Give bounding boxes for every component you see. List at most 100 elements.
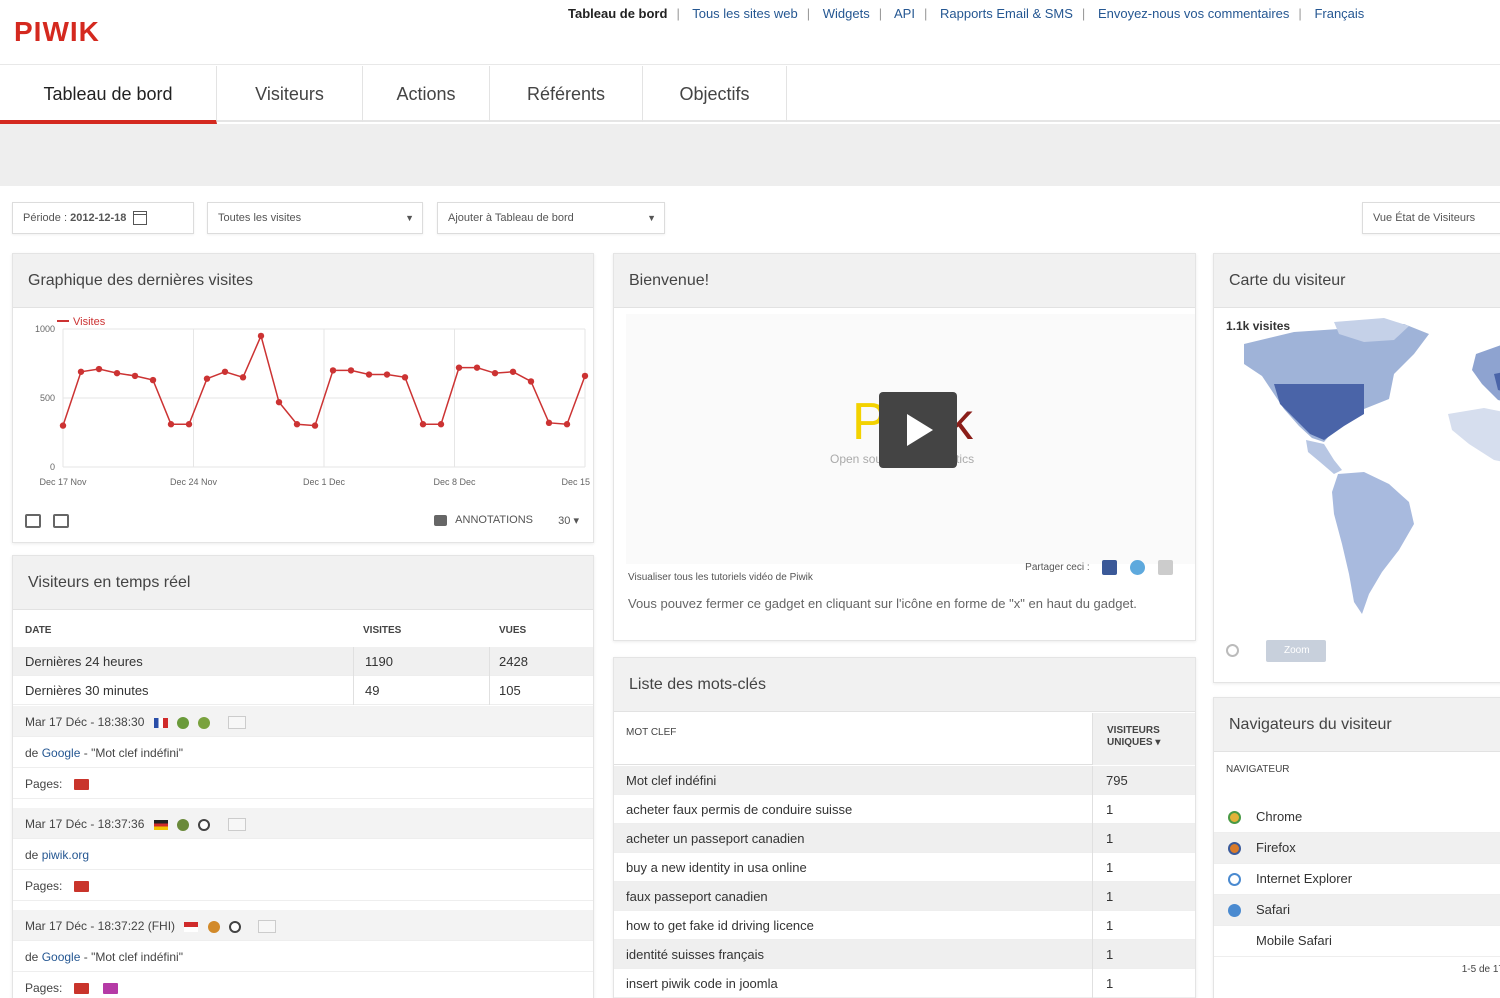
data-point[interactable]	[563, 421, 571, 428]
page-icon[interactable]	[74, 779, 90, 791]
data-point[interactable]	[257, 332, 265, 340]
tab-dashboard[interactable]: Tableau de bord	[0, 66, 217, 124]
data-point[interactable]	[437, 421, 445, 428]
piwik-logo[interactable]: PIWIK	[14, 16, 100, 48]
table-row[interactable]: acheter faux permis de conduire suisse 1	[614, 795, 1195, 824]
topnav-api[interactable]: API	[894, 6, 915, 21]
data-point[interactable]	[455, 364, 463, 371]
data-point[interactable]	[491, 369, 499, 377]
unique-visitors-cell: 1	[1106, 802, 1114, 817]
col-keyword[interactable]: MOT CLEF	[626, 727, 676, 738]
facebook-icon[interactable]	[1102, 560, 1118, 575]
table-row[interactable]: insert piwik code in joomla 1	[614, 969, 1195, 998]
table-row[interactable]: Mot clef indéfini 795	[614, 766, 1195, 795]
intro-video[interactable]: Pk Open source web analytics	[626, 314, 1195, 564]
col-unique-visitors[interactable]: VISITEURS UNIQUES ▾	[1092, 713, 1195, 765]
topnav-all-websites[interactable]: Tous les sites web	[692, 6, 798, 21]
page-icon[interactable]	[74, 983, 90, 995]
list-item[interactable]: Mobile Safari	[1214, 926, 1500, 957]
world-map[interactable]	[1214, 314, 1500, 634]
referrer-link[interactable]: piwik.org	[42, 848, 89, 862]
topnav-language[interactable]: Français	[1314, 6, 1364, 21]
widget-title[interactable]: Visiteurs en temps réel	[13, 556, 593, 610]
tutorials-link[interactable]: Visualiser tous les tutoriels vidéo de P…	[628, 572, 813, 583]
calendar-icon[interactable]	[133, 211, 148, 226]
data-point[interactable]	[311, 422, 319, 429]
topnav-feedback[interactable]: Envoyez-nous vos commentaires	[1098, 6, 1289, 21]
search-icon[interactable]	[1226, 644, 1239, 657]
tab-referrers[interactable]: Référents	[490, 66, 643, 122]
data-point[interactable]	[113, 369, 121, 377]
play-icon[interactable]	[879, 392, 957, 468]
widget-title[interactable]: Liste des mots-clés	[614, 658, 1195, 712]
visitor-view-button[interactable]: Vue État de Visiteurs	[1362, 202, 1500, 234]
pagination-info: 1-5 de 17	[1461, 964, 1500, 975]
topnav-widgets[interactable]: Widgets	[823, 6, 870, 21]
data-point[interactable]	[203, 375, 211, 382]
widget-title[interactable]: Bienvenue!	[614, 254, 1195, 308]
zoom-button[interactable]: Zoom	[1266, 640, 1326, 662]
data-point[interactable]	[239, 374, 247, 381]
referrer-link[interactable]: Google	[42, 950, 81, 964]
data-point[interactable]	[419, 421, 427, 428]
table-row[interactable]: faux passeport canadien 1	[614, 882, 1195, 911]
page-icon[interactable]	[103, 983, 119, 995]
email-icon[interactable]	[1158, 560, 1173, 575]
page-icon[interactable]	[74, 881, 90, 893]
data-point[interactable]	[131, 372, 139, 380]
table-row[interactable]: identité suisses français 1	[614, 940, 1195, 969]
data-point[interactable]	[545, 419, 553, 427]
dashboard-selector[interactable]: Ajouter à Tableau de bord ▼	[437, 202, 665, 234]
col-browser[interactable]: NAVIGATEUR	[1226, 764, 1290, 775]
table-row[interactable]: how to get fake id driving licence 1	[614, 911, 1195, 940]
data-point[interactable]	[365, 371, 373, 378]
widget-title[interactable]: Graphique des dernières visites	[13, 254, 593, 308]
image-icon[interactable]	[53, 514, 69, 528]
twitter-icon[interactable]	[1130, 560, 1146, 575]
data-point[interactable]	[95, 365, 103, 373]
referrer-link[interactable]: Google	[42, 746, 81, 760]
list-item[interactable]: Chrome	[1214, 802, 1500, 833]
data-point[interactable]	[527, 378, 535, 385]
data-point[interactable]	[275, 398, 283, 406]
pages-label: Pages:	[25, 981, 63, 995]
topnav-email-reports[interactable]: Rapports Email & SMS	[940, 6, 1073, 21]
segment-selector[interactable]: Toutes les visites ▼	[207, 202, 423, 234]
period-selector[interactable]: Période : 2012-12-18	[12, 202, 194, 234]
data-point[interactable]	[185, 421, 193, 428]
data-point[interactable]	[149, 376, 157, 384]
data-point[interactable]	[221, 368, 229, 375]
central-america-region[interactable]	[1306, 440, 1342, 474]
data-point[interactable]	[401, 374, 409, 381]
table-row[interactable]: buy a new identity in usa online 1	[614, 853, 1195, 882]
data-point[interactable]	[581, 372, 589, 380]
data-point[interactable]	[329, 367, 337, 374]
row-visits: 1190	[365, 654, 393, 669]
y-tick-label: 1000	[35, 324, 55, 334]
legend-label[interactable]: Visites	[73, 316, 106, 328]
widget-title[interactable]: Carte du visiteur	[1214, 254, 1500, 308]
data-point[interactable]	[509, 368, 517, 375]
tab-goals[interactable]: Objectifs	[643, 66, 787, 122]
export-icon[interactable]	[25, 514, 41, 528]
data-point[interactable]	[293, 421, 301, 428]
list-item[interactable]: Internet Explorer	[1214, 864, 1500, 895]
africa-region[interactable]	[1448, 408, 1500, 464]
data-point[interactable]	[383, 371, 391, 378]
data-point[interactable]	[59, 422, 67, 429]
limit-selector[interactable]: 30 ▾	[558, 514, 579, 527]
tab-actions[interactable]: Actions	[363, 66, 490, 122]
data-point[interactable]	[473, 364, 481, 371]
list-item[interactable]: Firefox	[1214, 833, 1500, 864]
data-point[interactable]	[167, 421, 175, 428]
tab-visitors[interactable]: Visiteurs	[217, 66, 363, 122]
south-america-region[interactable]	[1332, 472, 1414, 614]
data-point[interactable]	[347, 367, 355, 374]
list-item[interactable]: Safari	[1214, 895, 1500, 926]
data-point[interactable]	[77, 368, 85, 375]
topnav-dashboard[interactable]: Tableau de bord	[568, 6, 667, 21]
table-row[interactable]: acheter un passeport canadien 1	[614, 824, 1195, 853]
widget-title[interactable]: Navigateurs du visiteur	[1214, 698, 1500, 752]
annotations-toggle[interactable]: ANNOTATIONS	[434, 514, 533, 526]
from-label: de	[25, 950, 39, 964]
